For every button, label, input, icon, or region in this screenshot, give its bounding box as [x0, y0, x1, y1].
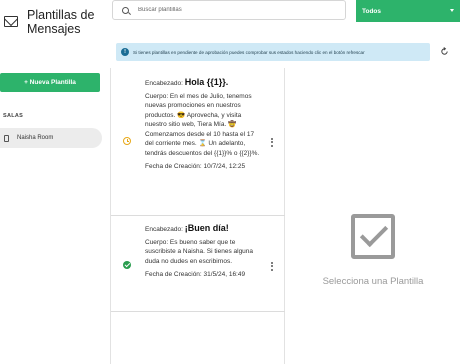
- app-header: Plantillas de Mensajes: [4, 8, 107, 36]
- template-header-label: Encabezado:: [145, 226, 183, 233]
- more-options-icon[interactable]: [271, 262, 273, 271]
- sidebar: Plantillas de Mensajes + Nueva Plantilla…: [0, 0, 108, 364]
- mail-icon: [4, 16, 18, 27]
- check-circle-icon: [123, 261, 131, 269]
- template-header-value: ¡Buen día!: [184, 223, 229, 233]
- sidebar-item-naisha-room[interactable]: Naisha Room: [0, 128, 102, 148]
- refresh-icon[interactable]: [440, 47, 449, 56]
- search-icon: [122, 6, 129, 14]
- template-preview: Selecciona una Plantilla: [286, 68, 460, 364]
- template-header: Encabezado: Hola {{1}}.: [145, 77, 261, 89]
- search-box[interactable]: [112, 0, 346, 20]
- new-template-button[interactable]: + Nueva Plantilla: [0, 73, 100, 92]
- template-list: Encabezado: Hola {{1}}. Cuerpo: En el me…: [110, 68, 285, 364]
- document-icon: [4, 134, 9, 142]
- sidebar-item-label: Naisha Room: [17, 135, 54, 141]
- template-date: Fecha de Creación: 10/7/24, 12:25: [145, 163, 246, 170]
- chevron-down-icon: [450, 9, 454, 12]
- template-content: Encabezado: ¡Buen día! Cuerpo: Es bueno …: [145, 223, 261, 280]
- template-card[interactable]: Encabezado: ¡Buen día! Cuerpo: Es bueno …: [111, 216, 285, 312]
- checkbox-checked-icon: [351, 214, 395, 259]
- template-body: Cuerpo: Es bueno saber que te suscribist…: [145, 238, 254, 265]
- template-card[interactable]: Encabezado: Hola {{1}}. Cuerpo: En el me…: [111, 68, 285, 216]
- page-title: Plantillas de Mensajes: [27, 8, 95, 36]
- more-options-icon[interactable]: [271, 138, 273, 147]
- status-filter-value: Todos: [362, 7, 382, 15]
- empty-preview-text: Selecciona una Plantilla: [322, 276, 424, 287]
- template-date: Fecha de Creación: 31/5/24, 16:49: [145, 271, 246, 278]
- status-filter-select[interactable]: Todos: [356, 0, 460, 22]
- search-input[interactable]: [138, 7, 338, 13]
- template-header-label: Encabezado:: [145, 80, 183, 87]
- info-banner-text: Si tienes plantillas en pendiente de apr…: [133, 49, 365, 55]
- clock-icon: [123, 137, 131, 145]
- info-banner: ! Si tienes plantillas en pendiente de a…: [116, 43, 430, 61]
- template-header-value: Hola {{1}}.: [184, 77, 229, 87]
- template-content: Encabezado: Hola {{1}}. Cuerpo: En el me…: [145, 77, 261, 172]
- rooms-heading: SALAS: [3, 113, 24, 119]
- template-body: Cuerpo: En el mes de Julio, tenemos nuev…: [145, 92, 260, 157]
- template-header: Encabezado: ¡Buen día!: [145, 223, 261, 235]
- info-icon: !: [121, 48, 129, 56]
